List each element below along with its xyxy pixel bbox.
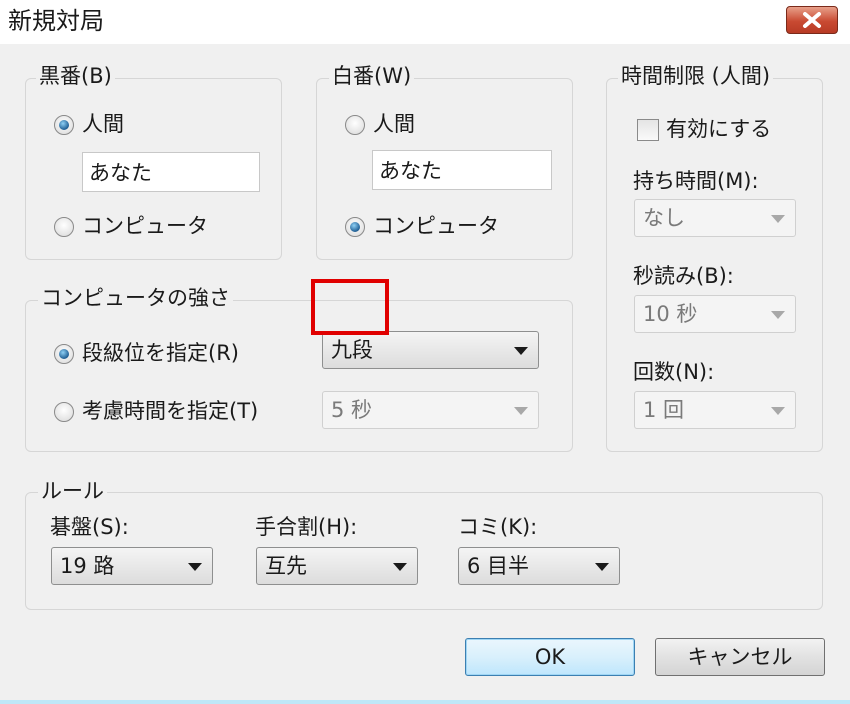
computer-strength-legend: コンピュータの強さ: [38, 286, 233, 310]
chevron-down-icon: [771, 215, 785, 223]
board-size-value: 19 路: [60, 554, 115, 578]
strength-time-label[interactable]: 考慮時間を指定(T): [82, 398, 258, 424]
chevron-down-icon: [595, 563, 609, 571]
black-human-radio[interactable]: [54, 115, 74, 135]
handicap-select[interactable]: 互先: [256, 547, 418, 585]
hold-time-value: なし: [643, 206, 685, 230]
rank-value: 九段: [331, 338, 373, 362]
white-human-radio[interactable]: [345, 115, 365, 135]
komi-select[interactable]: 6 目半: [458, 547, 620, 585]
rules-legend: ルール: [38, 479, 107, 503]
chevron-down-icon: [771, 407, 785, 415]
chevron-down-icon: [771, 311, 785, 319]
title-bar: 新規対局: [0, 0, 850, 44]
byoyomi-label: 秒読み(B):: [633, 264, 734, 288]
black-human-label[interactable]: 人間: [82, 111, 124, 137]
close-button[interactable]: [786, 6, 838, 34]
white-computer-label[interactable]: コンピュータ: [373, 213, 499, 239]
ok-button[interactable]: OK: [465, 638, 635, 676]
strength-rank-radio[interactable]: [54, 344, 74, 364]
komi-value: 6 目半: [467, 554, 530, 578]
time-limit-legend: 時間制限 (人間): [618, 64, 774, 88]
cancel-button[interactable]: キャンセル: [655, 638, 825, 676]
strength-time-radio[interactable]: [54, 402, 74, 422]
board-size-select[interactable]: 19 路: [51, 547, 213, 585]
black-player-legend: 黒番(B): [36, 64, 115, 88]
white-computer-radio[interactable]: [345, 217, 365, 237]
rank-highlight-box: [311, 279, 389, 335]
hold-time-label: 持ち時間(M):: [633, 169, 759, 193]
byoyomi-value: 10 秒: [643, 302, 698, 326]
white-name-field[interactable]: [372, 150, 552, 190]
chevron-down-icon: [514, 347, 528, 355]
white-human-label[interactable]: 人間: [373, 111, 415, 137]
chevron-down-icon: [393, 563, 407, 571]
count-value: 1 回: [643, 398, 685, 422]
time-limit-enable-checkbox[interactable]: [637, 119, 659, 141]
count-label: 回数(N):: [633, 360, 715, 384]
hold-time-select[interactable]: なし: [634, 199, 796, 237]
chevron-down-icon: [514, 407, 528, 415]
black-computer-radio[interactable]: [54, 217, 74, 237]
time-limit-enable-label[interactable]: 有効にする: [666, 116, 771, 142]
rank-select[interactable]: 九段: [322, 331, 539, 369]
window-title: 新規対局: [8, 7, 104, 35]
black-name-field[interactable]: [82, 152, 260, 192]
white-player-legend: 白番(W): [329, 64, 415, 88]
strength-rank-label[interactable]: 段級位を指定(R): [82, 340, 239, 366]
think-time-value: 5 秒: [331, 398, 373, 422]
handicap-value: 互先: [265, 554, 307, 578]
black-computer-label[interactable]: コンピュータ: [82, 213, 208, 239]
handicap-label: 手合割(H):: [255, 515, 358, 539]
komi-label: コミ(K):: [458, 515, 538, 539]
computer-strength-group: [25, 300, 573, 452]
window-bottom-border: [0, 700, 850, 704]
board-size-label: 碁盤(S):: [50, 515, 129, 539]
count-select[interactable]: 1 回: [634, 391, 796, 429]
close-icon: [803, 12, 821, 28]
think-time-select[interactable]: 5 秒: [322, 391, 539, 429]
byoyomi-select[interactable]: 10 秒: [634, 295, 796, 333]
chevron-down-icon: [188, 563, 202, 571]
